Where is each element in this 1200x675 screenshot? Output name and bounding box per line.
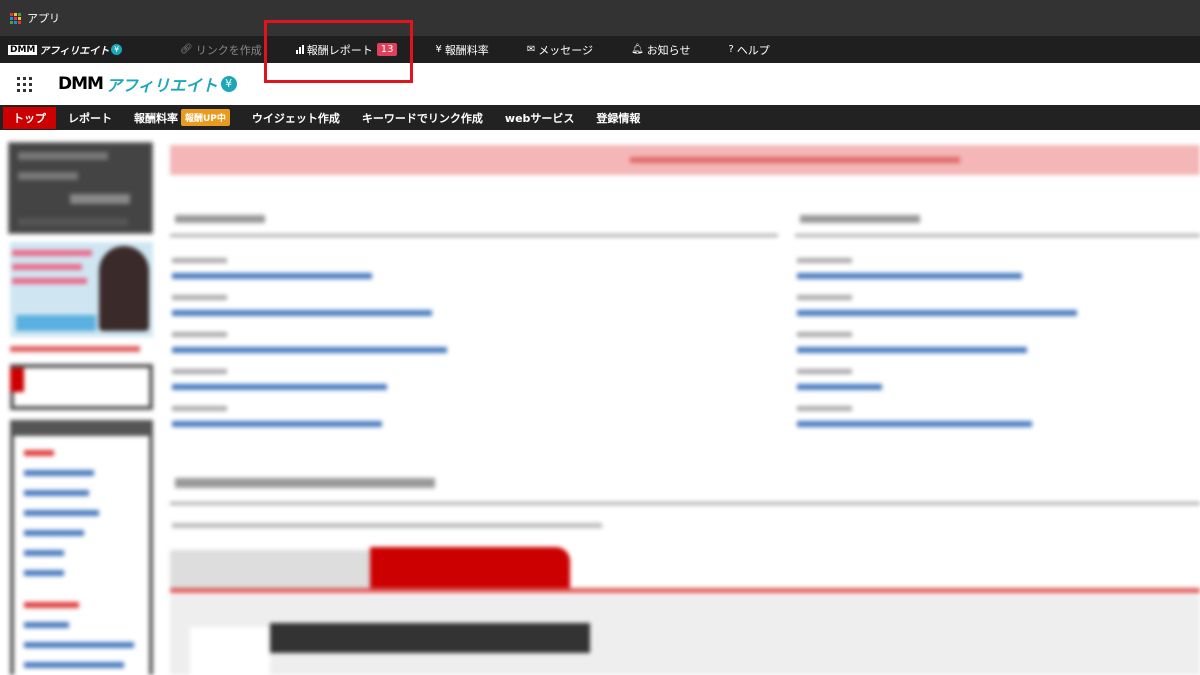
nav-registration[interactable]: 登録情報 [596,110,640,126]
ranking-tabs [170,547,1200,675]
reward-up-badge: 報酬UP中 [181,109,230,126]
nav-widget-label: ウイジェット作成 [251,111,340,125]
gnav-reward-report[interactable]: 報酬レポート 13 [295,42,398,58]
menu-grid-icon[interactable] [17,76,32,92]
gnav-notices[interactable]: 🔔︎ お知らせ [631,42,690,58]
site-nav: トップ レポート 報酬料率 報酬UP中 ウイジェット作成 キーワードでリンク作成… [0,105,1200,130]
nav-top[interactable]: トップ [3,106,56,129]
gnav-help-label: ヘルプ [736,43,770,57]
global-nav: DMM アフィリエイト ¥ 🔗︎ リンクを作成 報酬レポート 13 ¥ 報酬料率… [0,36,1200,63]
gnav-create-link-label: リンクを作成 [195,43,262,57]
apps-label[interactable]: アプリ [27,10,60,26]
nav-web-service[interactable]: webサービス [505,110,575,126]
gnav-reward-report-label: 報酬レポート [306,43,373,57]
sidebar [8,142,153,675]
envelope-icon: ✉ [526,44,536,55]
gnav-reward-rate-label: 報酬料率 [444,43,489,57]
nav-report[interactable]: レポート [68,110,112,126]
dmm-logo-text: DMM [8,44,38,55]
account-box [8,142,153,234]
notice-banner[interactable] [170,145,1200,175]
dmm-affiliate-logo-small[interactable]: DMM アフィリエイト ¥ [8,42,130,57]
ranking-subtab[interactable] [190,627,270,675]
yen-icon: ¥ [435,44,442,55]
gnav-notices-label: お知らせ [646,43,691,57]
nav-keyword-link[interactable]: キーワードでリンク作成 [362,110,483,126]
question-icon: ? [728,44,734,55]
bell-icon: 🔔︎ [630,44,644,55]
affiliate-logo-text: アフィリエイト [105,76,218,95]
nav-reward-rate[interactable]: 報酬料率 報酬UP中 [134,109,230,126]
gnav-messages[interactable]: ✉ メッセージ [527,42,593,58]
yen-logo-icon: ¥ [220,76,237,92]
nav-widget[interactable]: ウイジェット作成 [252,110,340,126]
gnav-reward-rate[interactable]: ¥ 報酬料率 [435,42,488,58]
gnav-messages-label: メッセージ [538,43,593,57]
nav-web-service-label: webサービス [504,111,575,125]
tab-dmm[interactable] [170,550,370,588]
ranking-toolbar[interactable] [270,623,590,653]
nav-keyword-link-label: キーワードでリンク作成 [361,111,483,125]
site-header: DMM アフィリエイト ¥ [0,63,1200,105]
blurred-content [0,130,1200,675]
yen-logo-icon: ¥ [111,44,123,55]
affiliate-logo-text: アフィリエイト [39,46,110,57]
nav-registration-label: 登録情報 [596,111,641,125]
bar-chart-icon [295,45,304,54]
dmm-logo-text: DMM [58,74,104,94]
sidebar-search-box[interactable] [10,364,153,410]
gnav-help[interactable]: ? ヘルプ [728,42,769,58]
nav-report-label: レポート [68,111,112,125]
nav-reward-rate-label: 報酬料率 [134,111,178,125]
report-count-badge: 13 [376,43,398,56]
browser-app-bar: アプリ [0,0,1200,36]
link-icon: 🔗︎ [180,44,193,55]
apps-icon[interactable] [10,12,21,24]
dmm-affiliate-logo[interactable]: DMM アフィリエイト ¥ [58,72,237,96]
sidebar-menu [10,420,153,675]
tab-fanza[interactable] [370,547,570,588]
promo-banner[interactable] [10,242,153,337]
gnav-create-link[interactable]: 🔗︎ リンクを作成 [180,42,262,58]
